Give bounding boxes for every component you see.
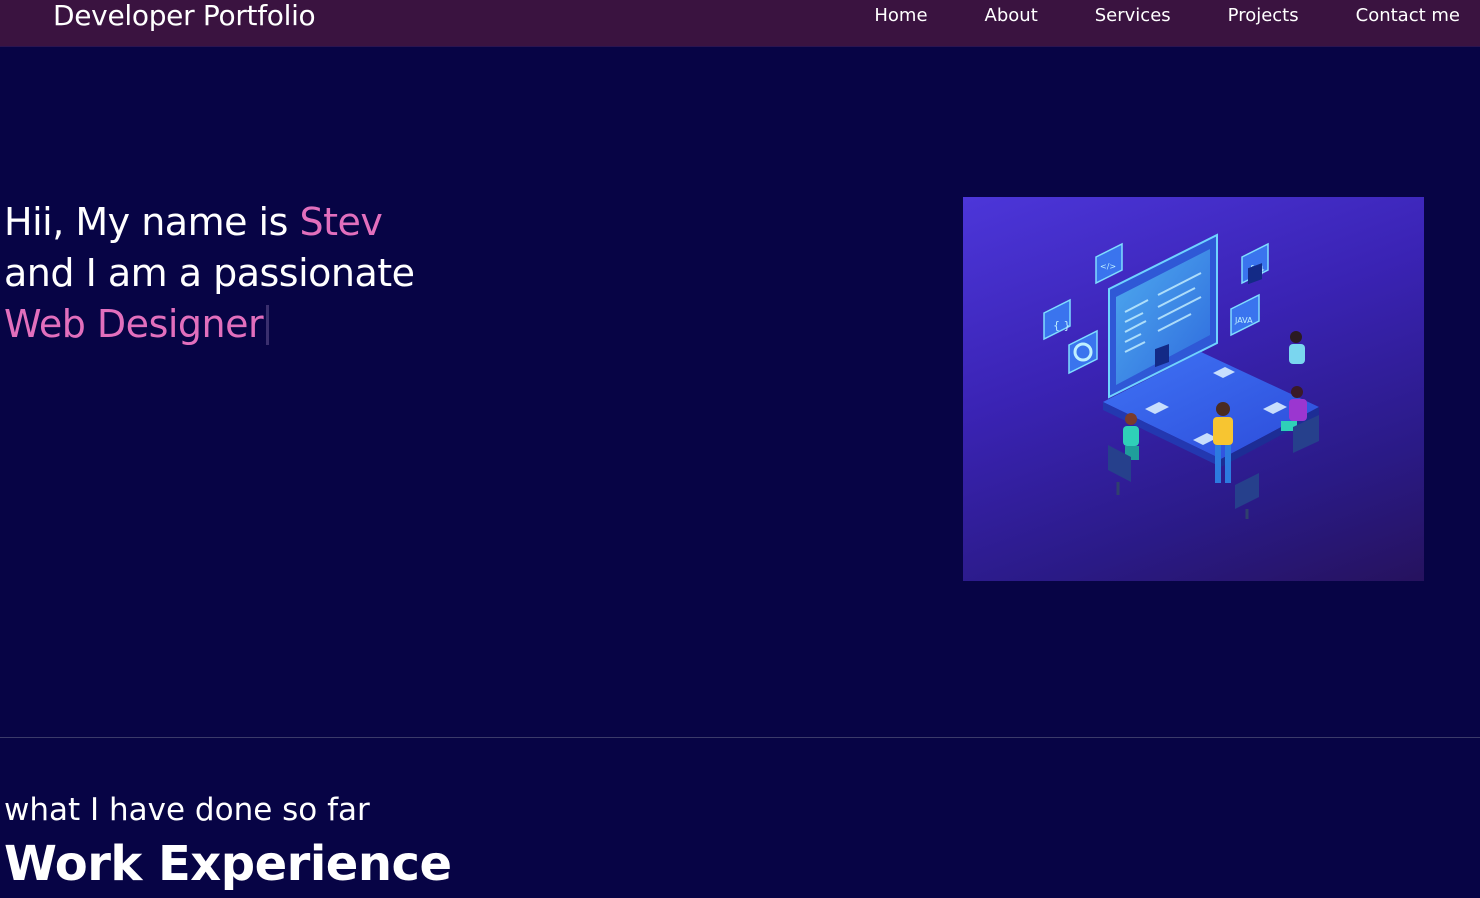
illustration-graphic: { } { } JAVA </> [1043, 233, 1319, 519]
nav-link-services[interactable]: Services [1095, 4, 1171, 28]
section-divider [0, 737, 1480, 738]
nav-link-home[interactable]: Home [874, 4, 927, 28]
hero-section: Hii, My name is Stev and I am a passiona… [0, 47, 1480, 737]
nav-link-contact[interactable]: Contact me [1356, 4, 1460, 28]
experience-title: Work Experience [4, 836, 452, 892]
nav-link-projects[interactable]: Projects [1228, 4, 1299, 28]
hero-greeting: Hii, My name is [4, 200, 300, 244]
hero-name: Stev [299, 200, 383, 244]
nav-link-about[interactable]: About [985, 4, 1038, 28]
experience-subtitle: what I have done so far [4, 792, 370, 828]
nav-links: Home About Services Projects Contact me [874, 4, 1460, 28]
hero-line-2: and I am a passionate [4, 251, 415, 295]
typing-cursor [266, 305, 270, 345]
brand-logo[interactable]: Developer Portfolio [53, 0, 316, 36]
hero-role: Web Designer [4, 302, 264, 346]
team-coding-illustration: { } { } JAVA </> [963, 197, 1424, 581]
hero-line-role: Web Designer [4, 299, 415, 350]
navbar: Developer Portfolio Home About Services … [0, 0, 1480, 47]
hero-heading: Hii, My name is Stev and I am a passiona… [4, 197, 415, 350]
hero-line-greeting: Hii, My name is Stev [4, 197, 415, 248]
svg-text:</>: </> [1100, 262, 1116, 271]
svg-text:JAVA: JAVA [1234, 316, 1253, 325]
svg-text:{ }: { } [1053, 319, 1071, 332]
